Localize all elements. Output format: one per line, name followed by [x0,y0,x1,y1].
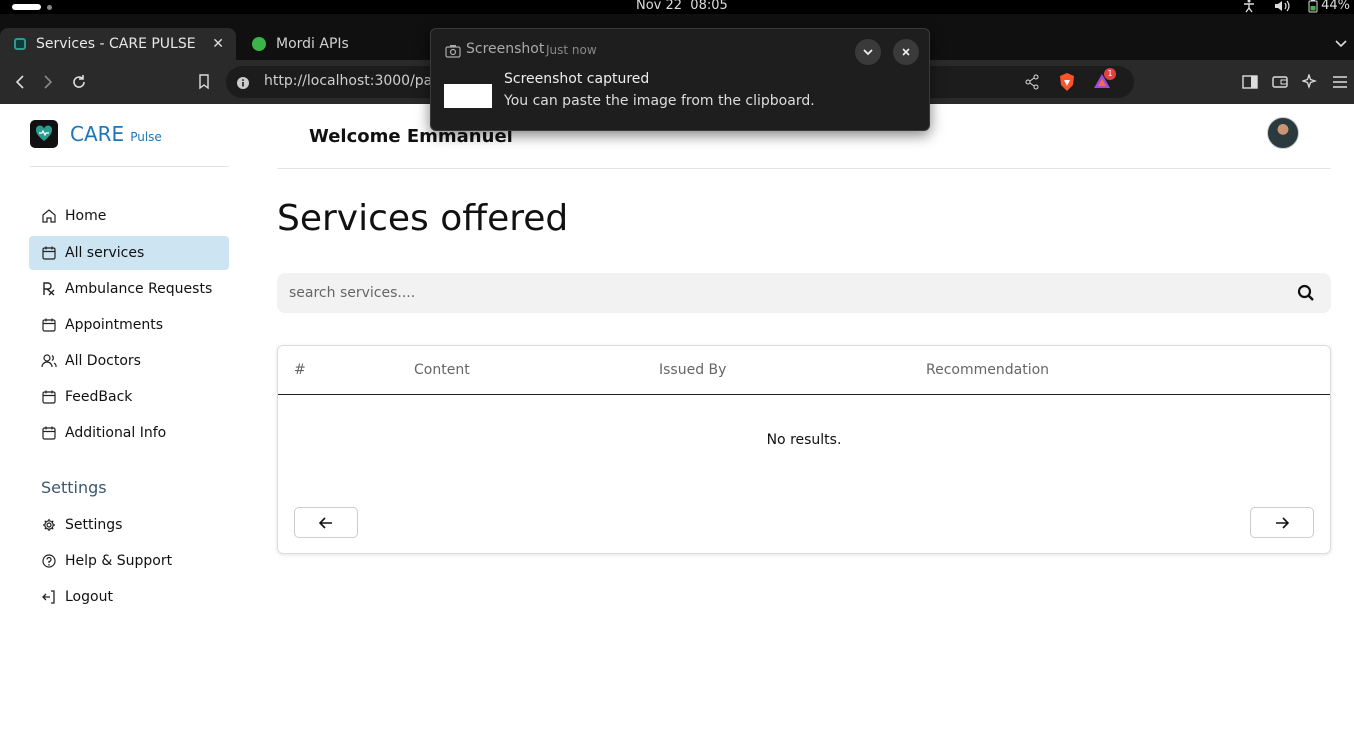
volume-icon[interactable] [1274,0,1290,13]
sidebar-item-label: Help & Support [65,553,173,569]
avatar[interactable] [1267,117,1299,149]
bookmark-icon[interactable] [194,72,214,92]
mordi-favicon-icon [252,37,266,51]
search-icon[interactable] [1297,284,1315,306]
menu-icon[interactable] [1330,72,1350,92]
logo-name: CARE [70,122,125,146]
sidebar-item-label: Ambulance Requests [65,281,213,297]
url-text[interactable]: http://localhost:3000/patie [264,73,450,89]
close-notification-button[interactable] [893,39,919,65]
notification-app-name: Screenshot [466,41,545,57]
accessibility-icon[interactable] [1242,0,1256,13]
search-bar [277,273,1331,313]
screenshot-notification[interactable]: Screenshot Just now Screenshot captured … [430,28,930,131]
help-icon [41,553,57,569]
gear-icon [41,517,57,533]
battery-icon [1308,0,1318,12]
column-header-content: Content [414,362,470,378]
app-logo[interactable]: CARE Pulse [30,120,162,148]
sidebar-toggle-icon[interactable] [1240,72,1260,92]
close-tab-icon[interactable]: ✕ [212,36,224,52]
activities-indicator[interactable] [12,4,41,10]
forward-icon[interactable] [38,72,58,92]
sidebar-item-label: Settings [65,517,123,533]
empty-table-message: No results. [766,432,842,448]
expand-notification-button[interactable] [855,39,881,65]
sidebar-item-label: All Doctors [65,353,141,369]
previous-page-button[interactable] [294,507,358,538]
notification-title: Screenshot captured [504,71,650,87]
home-icon [41,208,57,224]
column-header-issued-by: Issued By [659,362,727,378]
sidebar-item-additional-info[interactable]: Additional Info [29,416,229,450]
sidebar-item-logout[interactable]: Logout [29,580,229,614]
system-tray[interactable]: 44% [1242,0,1350,13]
sidebar-item-appointments[interactable]: Appointments [29,308,229,342]
reload-icon[interactable] [69,72,89,92]
calendar-icon [41,317,57,333]
os-top-bar: Nov 22 08:05 44% [0,0,1354,14]
tab-title: Services - CARE PULSE [36,36,196,52]
sidebar-item-label: FeedBack [65,389,133,405]
header-divider [277,168,1331,169]
sidebar-item-label: Home [65,208,107,224]
sidebar-item-label: Additional Info [65,425,167,441]
care-pulse-logo-icon [30,120,58,148]
sidebar-item-ambulance-requests[interactable]: Ambulance Requests [29,272,229,306]
tab-mordi-apis[interactable]: Mordi APIs [240,28,440,60]
rewards-badge: 1 [1104,68,1116,80]
sidebar-item-home[interactable]: Home [29,199,229,233]
battery-status[interactable]: 44% [1308,0,1350,13]
column-header-recommendation: Recommendation [926,362,1050,378]
share-icon[interactable] [1024,74,1040,94]
sidebar-item-all-services[interactable]: All services [29,236,229,270]
column-header-number: # [294,362,306,378]
calendar-icon [41,245,57,261]
page-title: Services offered [277,198,569,239]
wallet-icon[interactable] [1270,72,1290,92]
battery-percent: 44% [1321,0,1350,13]
sidebar-item-label: All services [65,245,145,261]
notification-time: Just now [546,43,597,57]
rx-icon [41,281,57,297]
table-header-divider [278,394,1330,395]
sidebar-item-settings[interactable]: Settings [29,508,229,542]
sidebar-item-feedback[interactable]: FeedBack [29,380,229,414]
sidebar-item-label: Appointments [65,317,164,333]
care-pulse-favicon-icon [14,38,26,50]
clock[interactable]: Nov 22 08:05 [636,0,728,13]
chevron-down-icon [863,49,873,56]
notification-body: You can paste the image from the clipboa… [504,93,815,109]
logo-subtitle: Pulse [130,130,162,144]
logout-icon [41,589,57,605]
back-icon[interactable] [10,72,30,92]
site-info-icon[interactable] [236,75,250,94]
tab-title: Mordi APIs [276,36,349,52]
sidebar-item-label: Logout [65,589,113,605]
sidebar-item-help-support[interactable]: Help & Support [29,544,229,578]
screenshot-thumbnail [444,84,492,108]
brave-shields-icon[interactable] [1058,72,1076,96]
calendar-icon [41,389,57,405]
leo-ai-icon[interactable] [1300,72,1320,92]
arrow-left-icon [319,516,332,529]
sidebar-item-all-doctors[interactable]: All Doctors [29,344,229,378]
arrow-right-icon [1276,516,1289,529]
sidebar-divider [30,166,229,167]
tab-services[interactable]: Services - CARE PULSE ✕ [0,28,236,60]
settings-heading: Settings [41,478,107,497]
sidebar: CARE Pulse Home All services Ambulance R… [0,104,250,752]
close-icon [902,48,910,56]
screenshot-app-icon [445,43,461,62]
calendar-icon [41,425,57,441]
tab-search-chevron-icon[interactable] [1334,34,1348,53]
search-input[interactable] [277,273,1277,313]
workspace-dot [47,5,52,10]
users-icon [41,353,57,369]
main-content: Welcome Emmanuel Services offered # Cont… [277,104,1331,752]
next-page-button[interactable] [1250,507,1314,538]
services-table: # Content Issued By Recommendation No re… [277,345,1331,554]
